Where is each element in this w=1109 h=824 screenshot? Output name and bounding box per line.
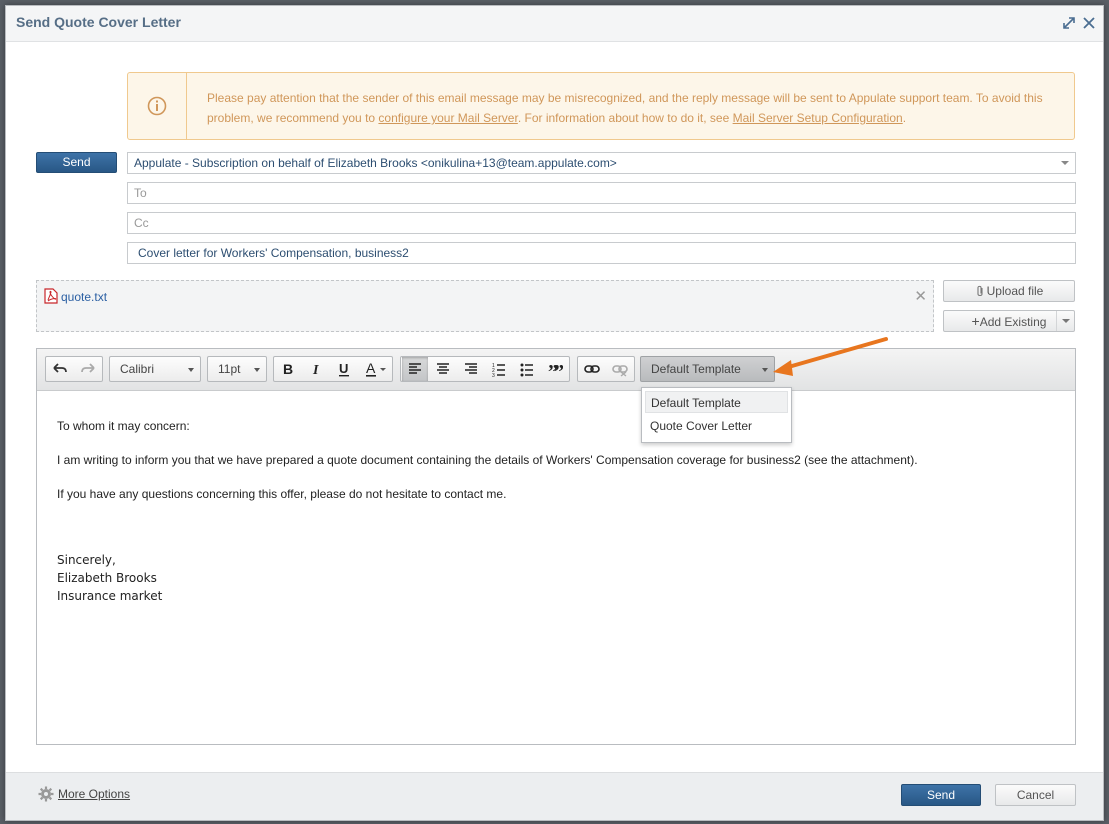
more-options-label: More Options	[58, 787, 131, 801]
link-group	[577, 356, 635, 382]
redo-icon[interactable]	[75, 357, 101, 381]
chevron-down-icon[interactable]	[1056, 311, 1074, 331]
font-family-select[interactable]: Calibri	[109, 356, 201, 382]
template-value: Default Template	[651, 362, 741, 376]
editor-toolbar: Calibri 11pt B I U A 1 2 3 ” ” Default T…	[37, 349, 1075, 443]
bold-icon[interactable]: B	[275, 357, 301, 381]
paragraph-group: 123 ””	[400, 356, 570, 382]
svg-text:3: 3	[492, 373, 495, 377]
text-color-icon[interactable]: A	[359, 357, 393, 381]
chevron-down-icon	[254, 368, 260, 372]
mail-server-setup-link[interactable]: Mail Server Setup Configuration	[733, 111, 903, 125]
info-icon	[147, 96, 167, 116]
template-option-default[interactable]: Default Template	[645, 391, 788, 413]
send-button[interactable]: Send	[901, 784, 981, 806]
font-size-select[interactable]: 11pt	[207, 356, 267, 382]
send-quote-dialog: Send Quote Cover Letter Please pay atten…	[5, 5, 1104, 821]
italic-icon[interactable]: I	[303, 357, 329, 381]
subject-field[interactable]: Cover letter for Workers' Compensation, …	[127, 242, 1076, 264]
signature-company: Insurance market	[57, 589, 163, 603]
chevron-down-icon	[1061, 161, 1069, 165]
more-options-link[interactable]: More Options	[38, 786, 130, 802]
orange-arrow-annotation	[773, 337, 888, 376]
align-center-icon[interactable]	[430, 357, 456, 381]
from-value: Appulate - Subscription on behalf of Eli…	[134, 156, 617, 170]
numbered-list-icon[interactable]: 123	[486, 357, 512, 381]
warning-icon-cell	[128, 73, 187, 139]
attachments-area: quote.txt ✕	[36, 280, 934, 332]
plus-icon: +	[971, 313, 980, 329]
mail-server-warning: Please pay attention that the sender of …	[127, 72, 1075, 140]
bullet-list-icon[interactable]	[514, 357, 540, 381]
send-button-top[interactable]: Send	[36, 152, 117, 173]
remove-attachment-icon[interactable]: ✕	[914, 287, 927, 305]
signature-closing: Sincerely,	[57, 553, 116, 567]
configure-mail-server-link[interactable]: configure your Mail Server	[378, 111, 517, 125]
template-option-quote-cover-letter[interactable]: Quote Cover Letter	[645, 415, 788, 437]
body-greeting: To whom it may concern:	[57, 419, 190, 433]
format-group: B I U A	[273, 356, 393, 382]
template-dropdown: Default Template Quote Cover Letter	[641, 387, 792, 443]
attachment-item[interactable]: quote.txt	[44, 288, 107, 304]
svg-text:U: U	[339, 361, 348, 376]
svg-text:”: ”	[554, 361, 563, 377]
add-existing-button[interactable]: +Add Existing	[943, 310, 1075, 332]
rich-text-editor: Calibri 11pt B I U A 1 2 3 ” ” Default T…	[36, 348, 1076, 745]
svg-text:B: B	[283, 361, 293, 377]
from-select[interactable]: Appulate - Subscription on behalf of Eli…	[127, 152, 1076, 174]
upload-file-label: Upload file	[986, 284, 1044, 298]
paperclip-icon	[977, 285, 983, 297]
to-field[interactable]: To	[127, 182, 1076, 204]
body-paragraph: If you have any questions concerning thi…	[57, 487, 507, 501]
font-family-value: Calibri	[120, 362, 155, 376]
gear-icon	[38, 786, 54, 802]
cancel-button[interactable]: Cancel	[995, 784, 1076, 806]
warning-text-part: .	[902, 111, 907, 125]
font-size-value: 11pt	[218, 362, 241, 376]
undo-icon[interactable]	[47, 357, 73, 381]
align-left-icon[interactable]	[402, 357, 428, 381]
underline-icon[interactable]: U	[331, 357, 357, 381]
dialog-title: Send Quote Cover Letter	[16, 14, 181, 30]
dialog-header: Send Quote Cover Letter	[6, 6, 1103, 42]
add-existing-label: Add Existing	[979, 315, 1047, 329]
body-paragraph: I am writing to inform you that we have …	[57, 453, 918, 467]
svg-text:I: I	[312, 363, 319, 377]
blockquote-icon[interactable]: ””	[542, 357, 568, 381]
warning-text-part: . For information about how to do it, se…	[517, 111, 733, 125]
pdf-file-icon	[44, 288, 58, 304]
template-select[interactable]: Default Template	[640, 356, 775, 382]
attachment-filename: quote.txt	[61, 290, 108, 304]
warning-text: Please pay attention that the sender of …	[207, 88, 1067, 128]
chevron-down-icon	[188, 368, 194, 372]
close-icon[interactable]	[1081, 15, 1097, 31]
unlink-icon[interactable]	[607, 357, 633, 381]
link-icon[interactable]	[579, 357, 605, 381]
expand-icon[interactable]	[1061, 15, 1077, 31]
svg-text:A: A	[366, 361, 376, 376]
upload-file-button[interactable]: Upload file	[943, 280, 1075, 302]
cc-field[interactable]: Cc	[127, 212, 1076, 234]
history-group	[45, 356, 103, 382]
signature-name: Elizabeth Brooks	[57, 571, 157, 585]
dialog-footer: More Options Send Cancel	[6, 772, 1103, 820]
align-right-icon[interactable]	[458, 357, 484, 381]
